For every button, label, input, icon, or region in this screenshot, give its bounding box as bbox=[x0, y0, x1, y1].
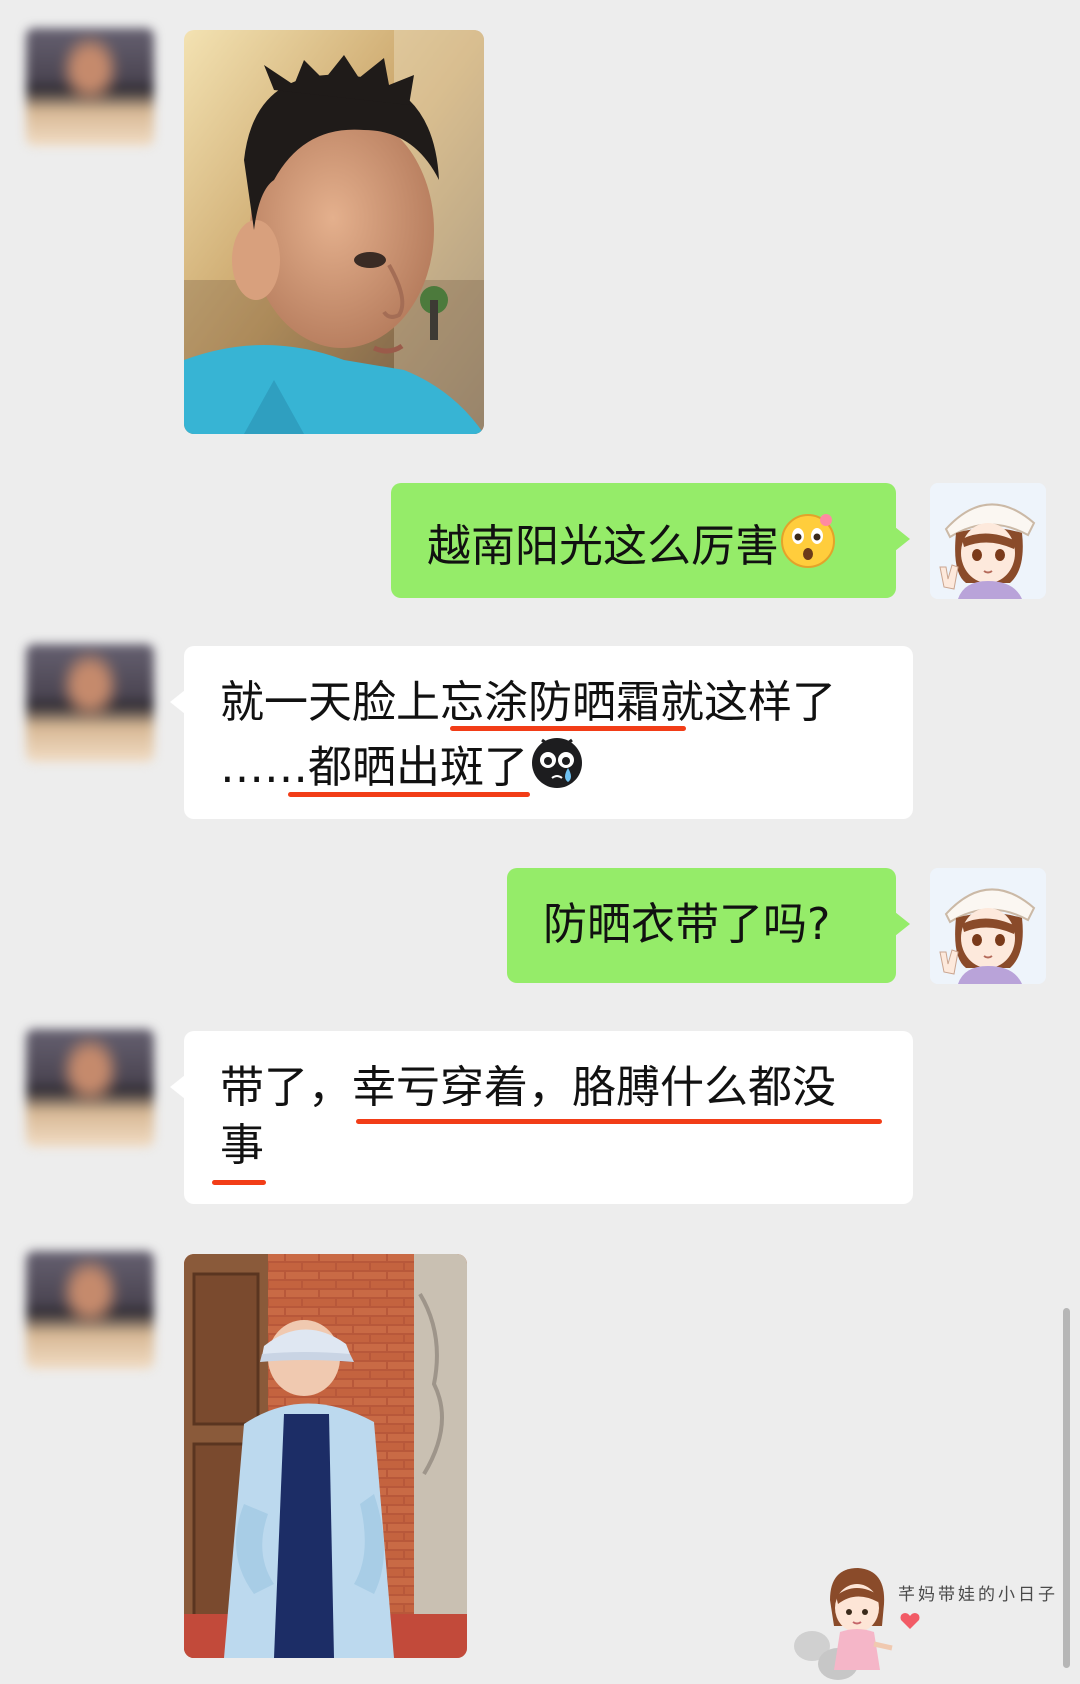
message-text-line-2: 事 bbox=[220, 1120, 264, 1171]
sent-message-1[interactable]: 越南阳光这么厉害 bbox=[391, 483, 910, 598]
watermark: 芊妈带娃的小日子 bbox=[790, 1560, 1080, 1684]
highlight-underline bbox=[356, 1119, 882, 1124]
highlight-underline bbox=[288, 792, 530, 797]
contact-avatar[interactable] bbox=[26, 1251, 154, 1369]
highlight-underline bbox=[212, 1180, 266, 1185]
received-message-2[interactable]: 带了，幸亏穿着，胳膊什么都没 事 bbox=[170, 1031, 913, 1204]
crying-face-icon bbox=[532, 738, 582, 788]
contact-avatar[interactable] bbox=[26, 1029, 154, 1147]
received-message-1[interactable]: 就一天脸上忘涂防晒霜就这样了 ……都晒出斑了 bbox=[170, 646, 913, 819]
watermark-text: 芊妈带娃的小日子 bbox=[898, 1585, 1058, 1605]
contact-avatar[interactable] bbox=[26, 28, 154, 146]
message-text-line-1: 就一天脸上忘涂防晒霜就这样了 bbox=[220, 677, 836, 728]
my-avatar[interactable] bbox=[930, 483, 1046, 599]
message-text: 防晒衣带了吗? bbox=[543, 899, 831, 950]
wechat-icon bbox=[794, 1568, 893, 1680]
photo-message-2[interactable] bbox=[184, 1254, 467, 1658]
contact-avatar[interactable] bbox=[26, 644, 154, 762]
message-text-line-1: 带了，幸亏穿着，胳膊什么都没 bbox=[220, 1062, 836, 1113]
sent-message-2[interactable]: 防晒衣带了吗? bbox=[507, 868, 910, 983]
my-avatar[interactable] bbox=[930, 868, 1046, 984]
chat-window: 越南阳光这么厉害 就一天脸上忘涂防晒霜就这样了 ……都晒出斑了 防晒衣带了吗? … bbox=[0, 0, 1080, 1684]
heart-icon bbox=[900, 1613, 920, 1629]
message-text-line-2: ……都晒出斑了 bbox=[220, 742, 528, 793]
photo-message-1[interactable] bbox=[184, 30, 484, 434]
message-text: 越南阳光这么厉害 bbox=[427, 521, 779, 572]
highlight-underline bbox=[450, 726, 686, 731]
astonished-face-icon bbox=[781, 514, 835, 568]
